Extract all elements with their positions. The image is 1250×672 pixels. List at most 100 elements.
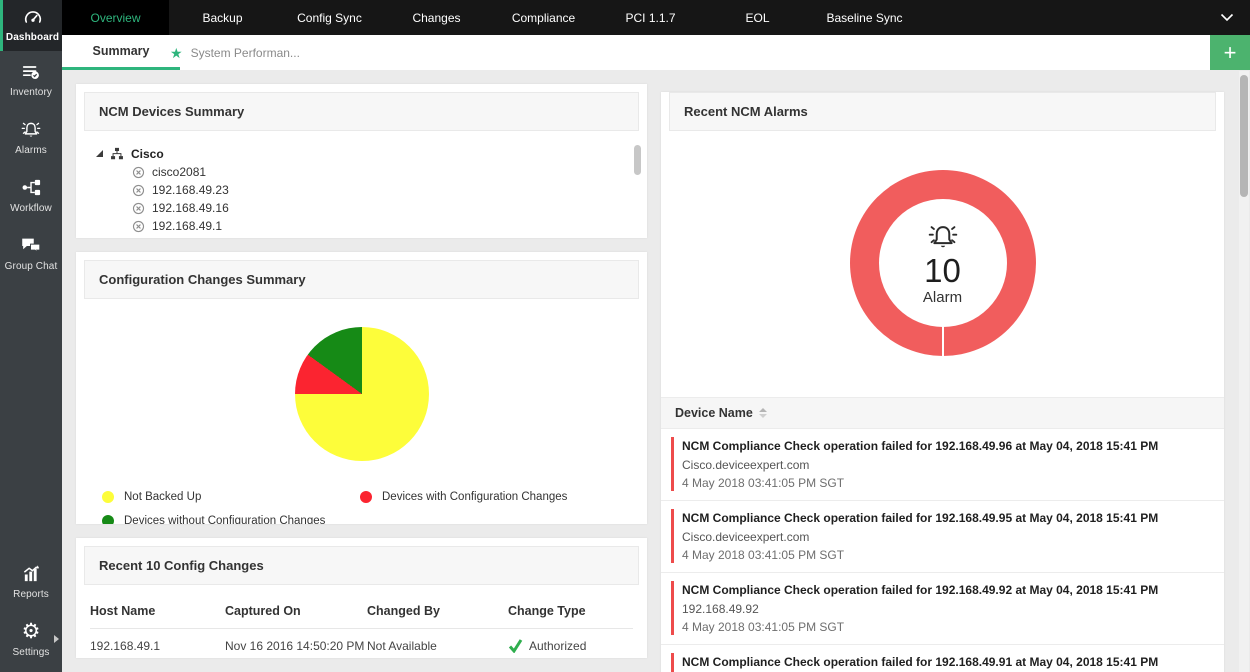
sidebar-item-alarms[interactable]: Alarms: [0, 108, 62, 166]
alarm-count-label: Alarm: [922, 288, 963, 306]
recent-config-changes-widget: Recent 10 Config Changes Host Name Captu…: [76, 538, 647, 658]
top-nav-tab[interactable]: PCI 1.1.7: [597, 0, 704, 35]
widget-title: NCM Devices Summary: [84, 92, 639, 131]
alarm-row[interactable]: NCM Compliance Check operation failed fo…: [661, 429, 1224, 501]
chevron-down-icon[interactable]: [1204, 0, 1250, 35]
alarm-donut-center: 10 Alarm: [878, 199, 1007, 327]
top-nav-tab[interactable]: Compliance: [490, 0, 597, 35]
alarm-bell-icon: [924, 221, 962, 253]
alarm-row[interactable]: NCM Compliance Check operation failed fo…: [661, 573, 1224, 645]
tree-expander-icon[interactable]: [96, 150, 103, 157]
gear-icon: ⚙: [21, 620, 41, 643]
sidebar-item-label: Dashboard: [5, 32, 60, 43]
legend-item[interactable]: Devices without Configuration Changes: [102, 515, 360, 524]
severity-bar: [671, 437, 674, 491]
alarm-bell-icon: [18, 119, 44, 140]
devices-tree: Cisco cisco2081 192.168.49.23 192.168.49…: [76, 139, 647, 238]
sidebar-item-reports[interactable]: Reports: [0, 553, 62, 610]
sidebar-item-label: Group Chat: [4, 261, 58, 272]
pie-chart-area: [76, 307, 647, 462]
tree-node-device[interactable]: 192.168.49.1: [132, 217, 633, 235]
donut-divider: [941, 326, 944, 356]
top-nav-tabs: Overview Backup Config Sync Changes Comp…: [62, 0, 918, 35]
workflow-icon: [20, 177, 43, 198]
sidebar-item-label: Reports: [13, 589, 49, 600]
column-header-host-name[interactable]: Host Name: [90, 604, 225, 618]
config-changes-table: Host Name Captured On Changed By Change …: [76, 593, 647, 653]
tree-node-device[interactable]: cisco2081: [132, 163, 633, 181]
sidebar-item-label: Inventory: [9, 87, 53, 98]
group-chat-icon: [19, 235, 43, 256]
org-hierarchy-icon: [110, 147, 124, 161]
add-dashboard-button[interactable]: +: [1210, 35, 1250, 70]
device-icon: [132, 184, 145, 197]
top-nav-tab[interactable]: EOL: [704, 0, 811, 35]
app-window: Dashboard Inventory Alarms Workflow Grou…: [0, 0, 1250, 672]
top-navigation: Overview Backup Config Sync Changes Comp…: [62, 0, 1250, 35]
green-check-icon: [508, 639, 523, 653]
submenu-arrow-icon: [54, 635, 59, 643]
sidebar-item-label: Workflow: [10, 203, 52, 214]
page-scrollbar[interactable]: [1239, 71, 1249, 672]
widget-title: Recent 10 Config Changes: [84, 546, 639, 585]
pie-chart: [294, 327, 429, 462]
alarm-table-header[interactable]: Device Name: [661, 397, 1224, 429]
sidebar: Dashboard Inventory Alarms Workflow Grou…: [0, 0, 62, 672]
dashboard-tab-bar: Summary ★ System Performan... +: [62, 35, 1250, 70]
sidebar-item-group-chat[interactable]: Group Chat: [0, 224, 62, 282]
left-column: NCM Devices Summary Cisco cisco2081 192.…: [76, 84, 647, 658]
alarm-count: 10: [924, 251, 961, 289]
sidebar-item-label: Settings: [12, 647, 50, 658]
tree-children: cisco2081 192.168.49.23 192.168.49.16 19…: [96, 163, 633, 238]
legend-color-dot: [102, 515, 114, 524]
widget-title: Configuration Changes Summary: [84, 260, 639, 300]
column-header-captured-on[interactable]: Captured On: [225, 604, 367, 618]
tree-scrollbar-thumb[interactable]: [634, 145, 641, 175]
tree-node-cisco[interactable]: Cisco: [96, 144, 633, 163]
table-row[interactable]: 192.168.49.1 Nov 16 2016 14:50:20 PM Not…: [90, 629, 633, 653]
inventory-list-icon: [20, 62, 42, 82]
tab-system-performance[interactable]: ★ System Performan...: [170, 35, 314, 70]
severity-bar: [671, 509, 674, 563]
column-header-changed-by[interactable]: Changed By: [367, 604, 508, 618]
tab-summary[interactable]: Summary: [62, 35, 180, 70]
sidebar-item-dashboard[interactable]: Dashboard: [0, 0, 62, 51]
pie-legend: Not Backed Up Devices with Configuration…: [102, 491, 633, 524]
sort-arrows-icon[interactable]: [758, 408, 767, 418]
right-column: Recent NCM Alarms 10 Alarm Device Name N…: [661, 84, 1224, 672]
sidebar-item-workflow[interactable]: Workflow: [0, 166, 62, 224]
top-nav-tab[interactable]: Changes: [383, 0, 490, 35]
widget-title: Recent NCM Alarms: [669, 92, 1216, 131]
main-area: Overview Backup Config Sync Changes Comp…: [62, 0, 1250, 672]
legend-color-dot: [102, 491, 114, 504]
column-header-change-type[interactable]: Change Type: [508, 604, 633, 618]
page-scrollbar-thumb[interactable]: [1240, 75, 1248, 197]
star-icon[interactable]: ★: [170, 46, 183, 60]
recent-ncm-alarms-widget: Recent NCM Alarms 10 Alarm Device Name N…: [661, 92, 1224, 672]
sidebar-item-settings[interactable]: ⚙ Settings: [0, 610, 62, 668]
alarm-row[interactable]: NCM Compliance Check operation failed fo…: [661, 501, 1224, 573]
top-nav-tab[interactable]: Config Sync: [276, 0, 383, 35]
alarm-donut-chart: 10 Alarm: [849, 170, 1036, 356]
tree-node-device[interactable]: 192.168.49.23: [132, 181, 633, 199]
sidebar-item-inventory[interactable]: Inventory: [0, 51, 62, 108]
top-nav-tab[interactable]: Overview: [62, 0, 169, 35]
sidebar-item-label: Alarms: [15, 145, 47, 156]
legend-item[interactable]: Not Backed Up: [102, 491, 360, 504]
tree-node-device[interactable]: 192.168.49.16: [132, 199, 633, 217]
alarm-gauge-area: 10 Alarm: [661, 139, 1224, 397]
device-icon: [132, 166, 145, 179]
top-nav-tab[interactable]: Baseline Sync: [811, 0, 918, 35]
gauge-icon: [22, 7, 44, 27]
dashboard-content: NCM Devices Summary Cisco cisco2081 192.…: [62, 70, 1250, 672]
device-icon: [132, 202, 145, 215]
tree-node-device[interactable]: 192.168.49.42: [132, 235, 633, 238]
alarm-row[interactable]: NCM Compliance Check operation failed fo…: [661, 645, 1224, 672]
severity-bar: [671, 581, 674, 635]
top-nav-tab[interactable]: Backup: [169, 0, 276, 35]
ncm-devices-summary-widget: NCM Devices Summary Cisco cisco2081 192.…: [76, 84, 647, 239]
alarm-rows: NCM Compliance Check operation failed fo…: [661, 429, 1224, 672]
legend-item[interactable]: Devices with Configuration Changes: [360, 491, 633, 504]
tree-scrollbar[interactable]: [634, 145, 641, 238]
